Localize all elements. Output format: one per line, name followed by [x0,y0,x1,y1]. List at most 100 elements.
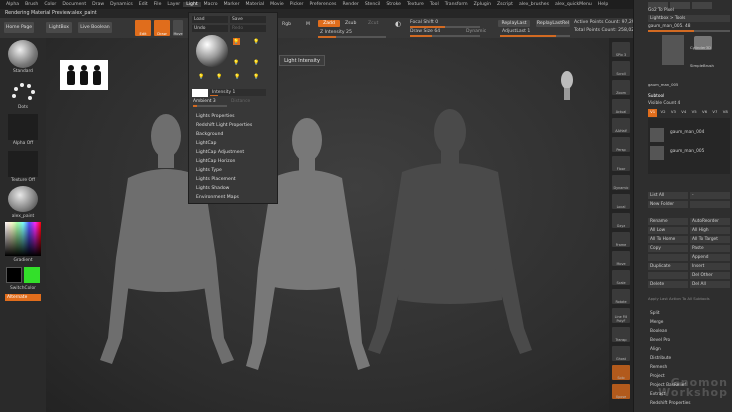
main-color-swatch[interactable] [6,267,22,283]
shelf-ghost-button[interactable]: Ghost [612,346,630,361]
color-picker[interactable] [5,222,41,256]
draw-size-track[interactable] [410,35,480,37]
shelf-move-button[interactable]: Move [612,251,630,266]
light-2-icon[interactable]: 💡 [253,38,260,45]
menu-item-redshift-light-properties[interactable]: Redshift Light Properties [196,123,252,128]
switch-color-label[interactable]: SwitchColor [0,286,46,291]
shelf-solo-button[interactable]: Solo [612,365,630,380]
duplicate-button[interactable]: Duplicate [648,263,688,270]
rename-button[interactable]: Rename [648,218,688,225]
z-intensity-slider[interactable]: Z Intensity 25 [320,30,352,35]
new-folder-extra-button[interactable] [690,201,730,208]
all-to-home-button[interactable]: All To Home [648,236,688,243]
light-sphere-preview[interactable] [196,35,228,67]
light-5-icon[interactable]: 💡 [198,73,205,80]
material-thumbnail[interactable] [8,186,38,212]
texture-thumbnail[interactable] [8,151,38,177]
shelf-scroll-button[interactable]: Scroll [612,61,630,76]
delete-button[interactable]: Delete [648,281,688,288]
paste-button[interactable]: Paste [690,245,730,252]
alternate-button[interactable]: Alternate [5,294,41,301]
subtool-header[interactable]: Subtool [648,94,664,99]
intensity-slider[interactable]: Intensity 1 [210,89,266,96]
menu-stencil[interactable]: Stencil [362,2,384,7]
edit-button[interactable]: Edit [135,20,151,36]
subtool-item-004[interactable]: gaum_man_004 [670,130,704,135]
v1-tab[interactable]: V1 [648,109,658,117]
menu-alex-quickmenu[interactable]: alex_quickMenu [552,2,595,7]
shelf-floor-button[interactable]: Floor [612,156,630,171]
rgb-toggle[interactable]: Rgb [282,22,291,27]
append-button[interactable]: Append [690,254,730,261]
focal-shift-track[interactable] [410,26,480,28]
del-other-button[interactable]: Del Other [690,272,730,279]
menu-light[interactable]: Light [183,2,201,7]
subtool-menu-redshift-properties[interactable]: Redshift Properties [650,401,691,406]
menu-alex-brushes[interactable]: alex_brushes [516,2,552,7]
menu-material[interactable]: Material [242,2,267,7]
navigation-gizmo[interactable] [560,68,574,104]
apply-last-action-note[interactable]: Apply Last Action To All Subtools [648,296,710,301]
shelf-persp-button[interactable]: Persp [612,137,630,152]
canvas-viewport[interactable] [46,38,609,412]
lightbox-tools-button[interactable]: Lightbox > Tools [648,15,730,22]
menu-texture[interactable]: Texture [404,2,427,7]
menu-item-background[interactable]: Background [196,132,223,137]
menu-file[interactable]: File [151,2,165,7]
light-color-swatch[interactable] [192,89,208,97]
replay-last-button[interactable]: ReplayLast [498,20,530,27]
copy-button[interactable]: Copy [648,245,688,252]
menu-item-lightcap-horizon[interactable]: LightCap Horizon [196,159,235,164]
secondary-color-swatch[interactable] [24,267,40,283]
subtool-menu-boolean[interactable]: Boolean [650,329,667,334]
draw-size-slider[interactable]: Draw Size 64 [410,29,440,34]
subtool-menu-merge[interactable]: Merge [650,320,663,325]
shelf-frame-button[interactable]: Frame [612,232,630,247]
menu-item-lightcap[interactable]: LightCap [196,141,216,146]
empty-button[interactable] [648,254,688,261]
menu-render[interactable]: Render [339,2,361,7]
v4-tab[interactable]: V4 [679,109,688,117]
load-button[interactable]: Load [192,16,228,23]
menu-alpha[interactable]: Alpha [3,2,22,7]
light-6-icon[interactable]: 💡 [216,73,223,80]
home-page-button[interactable]: Home Page [4,22,34,33]
tool-slider[interactable] [648,30,730,32]
sculpt-figures[interactable] [46,38,609,412]
menu-draw[interactable]: Draw [89,2,107,7]
v5-tab[interactable]: V5 [690,109,699,117]
v7-tab[interactable]: V7 [710,109,719,117]
menu-movie[interactable]: Movie [267,2,287,7]
palette-tab-3[interactable] [692,2,712,9]
brush-thumbnail[interactable] [8,40,38,68]
adjust-last-track[interactable] [500,35,570,37]
light-3-icon[interactable]: 💡 [253,59,260,66]
all-high-button[interactable]: All High [690,227,730,234]
subtool-item-005[interactable]: gaum_man_005 [670,149,704,154]
adjust-last-slider[interactable]: AdjustLast 1 [502,29,530,34]
all-low-button[interactable]: All Low [648,227,688,234]
menu-item-lights-properties[interactable]: Lights Properties [196,114,235,119]
new-folder-button[interactable]: New Folder [648,201,688,208]
menu-item-lights-placement[interactable]: Lights Placement [196,177,236,182]
shelf-local-button[interactable]: Local [612,194,630,209]
shelf-scale-button[interactable]: Scale [612,270,630,285]
subtool-menu-bevel-pro[interactable]: Bevel Pro [650,338,670,343]
list-all-minus-button[interactable]: - [690,192,730,199]
light-7-icon[interactable]: 💡 [234,73,241,80]
v3-tab[interactable]: V3 [669,109,678,117]
subtool-menu-split[interactable]: Split [650,311,660,316]
v8-tab[interactable]: V8 [721,109,730,117]
live-boolean-button[interactable]: Live Boolean [78,22,112,33]
redo-button[interactable]: Redo [230,25,266,32]
all-to-target-button[interactable]: All To Target [690,236,730,243]
shelf-dynamic-button[interactable]: Dynamic [612,175,630,190]
shelf-rotate-button[interactable]: Rotate [612,289,630,304]
menu-item-lightcap-adjustment[interactable]: LightCap Adjustment [196,150,244,155]
shelf-line-fill-polyf-button[interactable]: Line Fill PolyF [612,308,630,323]
menu-edit[interactable]: Edit [136,2,151,7]
save-button[interactable]: Save [230,16,266,23]
menu-dynamics[interactable]: Dynamics [107,2,136,7]
draw-button[interactable]: Draw [154,20,170,36]
autoreorder-button[interactable]: AutoReorder [690,218,730,225]
